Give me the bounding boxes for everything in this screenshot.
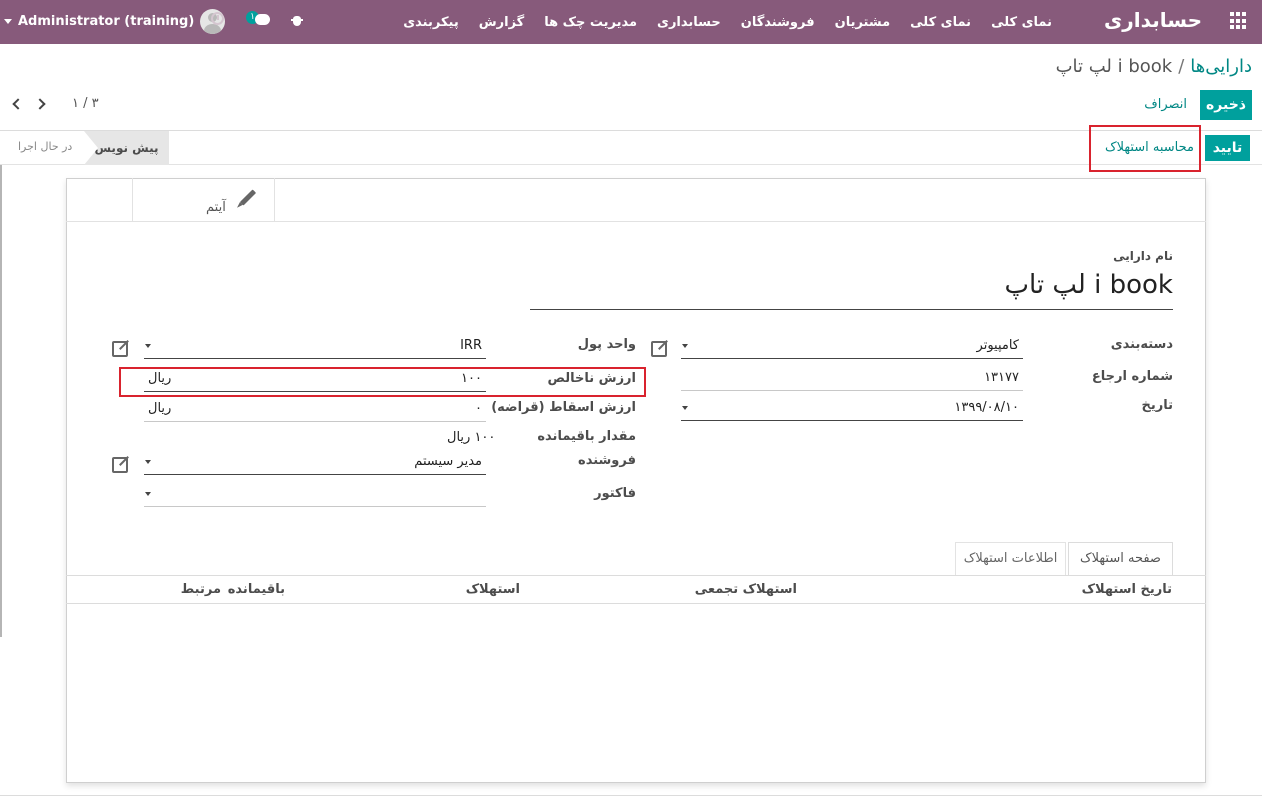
gross-currency: ریال [148,371,172,386]
col-cumulative-depreciation[interactable]: استهلاک تجمعی [695,582,797,597]
col-related[interactable]: مرتبط [181,582,221,597]
pager-previous-icon[interactable] [12,97,24,110]
residual-value: ۱۰۰ ریال [447,430,496,445]
currency-value: IRR [460,338,482,353]
chat-bubble-icon [255,14,270,25]
salvage-currency: ریال [148,401,172,416]
pager: ۱ / ۳ [12,96,99,111]
col-depreciation[interactable]: استهلاک [466,582,520,597]
page-bottom-border [0,795,1262,796]
pager-value[interactable]: ۱ / ۳ [72,96,99,111]
menu-item-configuration[interactable]: پیکربندی [403,15,458,30]
col-residual[interactable]: باقیمانده [228,582,285,597]
clock-icon[interactable] [211,12,224,25]
user-name: Administrator (training) [18,14,195,29]
reference-value: ۱۳۱۷۷ [984,370,1019,385]
currency-label: واحد پول [577,337,636,352]
menu-item-accounting[interactable]: حسابداری [657,15,721,30]
currency-select[interactable]: IRR [144,334,486,359]
category-external-link-icon[interactable] [651,338,669,357]
button-box: آیتم [66,178,1206,222]
category-select[interactable]: کامپیوتر [681,334,1023,359]
menu-item-reports[interactable]: گزارش [479,15,525,30]
chevron-down-icon [145,344,151,348]
residual-value-label: مقدار باقیمانده [537,429,636,444]
compute-depreciation-button[interactable]: محاسبه استهلاک [1096,133,1202,163]
app-brand[interactable]: حسابداری [1104,8,1202,32]
tab-depreciation-board[interactable]: صفحه استهلاک [1068,542,1173,576]
salvage-value-field[interactable]: ۰ ریال [144,397,486,422]
chevron-down-icon [4,19,12,24]
salvage-value-label: ارزش اسقاط (قراضه) [491,400,636,415]
menu-item-vendors[interactable]: فروشندگان [741,15,815,30]
reference-field[interactable]: ۱۳۱۷۷ [681,366,1023,391]
menu-item-customers[interactable]: مشتریان [835,15,891,30]
discard-button[interactable]: انصراف [1144,97,1187,112]
chat-icon[interactable]: ۱ [246,11,274,31]
gross-value-label: ارزش ناخالص [547,371,636,386]
depreciation-table-header: تاریخ استهلاک استهلاک تجمعی استهلاک باقی… [66,576,1206,604]
stage-draft[interactable]: پیش نویس [84,131,169,165]
currency-external-link-icon[interactable] [112,338,130,357]
menu-item-overview-2[interactable]: نمای کلی [910,15,971,30]
items-label: آیتم [206,200,226,215]
gross-value: ۱۰۰ [461,371,482,386]
items-smart-button[interactable]: آیتم [132,178,275,222]
chevron-down-icon [145,492,151,496]
salvage-value: ۰ [475,401,482,416]
menu-item-overview-1[interactable]: نمای کلی [991,15,1052,30]
stage-running[interactable]: در حال اجرا [18,131,72,165]
vendor-value: مدیر سیستم [414,454,482,469]
save-button[interactable]: ذخیره [1200,90,1252,120]
left-scroll-rail [0,165,2,637]
vendor-select[interactable]: مدیر سیستم [144,450,486,475]
bug-icon[interactable] [291,13,303,27]
breadcrumb-parent[interactable]: دارایی‌ها [1190,56,1252,77]
breadcrumb-current: i book لپ تاپ [1055,56,1173,77]
vendor-label: فروشنده [578,453,636,468]
apps-grid-icon[interactable] [1228,12,1246,30]
gross-value-field[interactable]: ۱۰۰ ریال [144,367,486,392]
asset-name-label: نام دارایی [1113,249,1173,263]
reference-label: شماره ارجاع [1091,369,1173,384]
chevron-down-icon [682,344,688,348]
chevron-down-icon [145,460,151,464]
category-value: کامپیوتر [976,338,1019,353]
asset-name-field[interactable]: i book لپ تاپ [530,268,1173,310]
top-navbar: حسابداری نمای کلی نمای کلی مشتریان فروشن… [0,0,1262,44]
date-field[interactable]: ۱۳۹۹/۰۸/۱۰ [681,396,1023,421]
category-label: دسته‌بندی [1110,337,1173,352]
invoice-select[interactable] [144,482,486,507]
form-statusbar: تایید محاسبه استهلاک پیش نویس در حال اجر… [0,131,1262,165]
user-menu[interactable]: Administrator (training) [4,9,226,34]
vendor-external-link-icon[interactable] [112,454,130,473]
main-menu: نمای کلی نمای کلی مشتریان فروشندگان حساب… [383,0,1052,44]
chevron-down-icon [682,406,688,410]
invoice-label: فاکتور [594,486,636,501]
tab-depreciation-info[interactable]: اطلاعات استهلاک [955,542,1066,576]
menu-item-check-management[interactable]: مدیریت چک ها [544,15,637,30]
col-depreciation-date[interactable]: تاریخ استهلاک [1082,582,1172,597]
breadcrumb-separator: / [1178,56,1185,77]
pager-next-icon[interactable] [34,97,46,110]
date-label: تاریخ [1141,398,1174,413]
confirm-button[interactable]: تایید [1205,135,1250,161]
date-value: ۱۳۹۹/۰۸/۱۰ [954,400,1019,415]
breadcrumb: دارایی‌ها/i book لپ تاپ [1056,56,1252,77]
pencil-icon [239,189,257,206]
